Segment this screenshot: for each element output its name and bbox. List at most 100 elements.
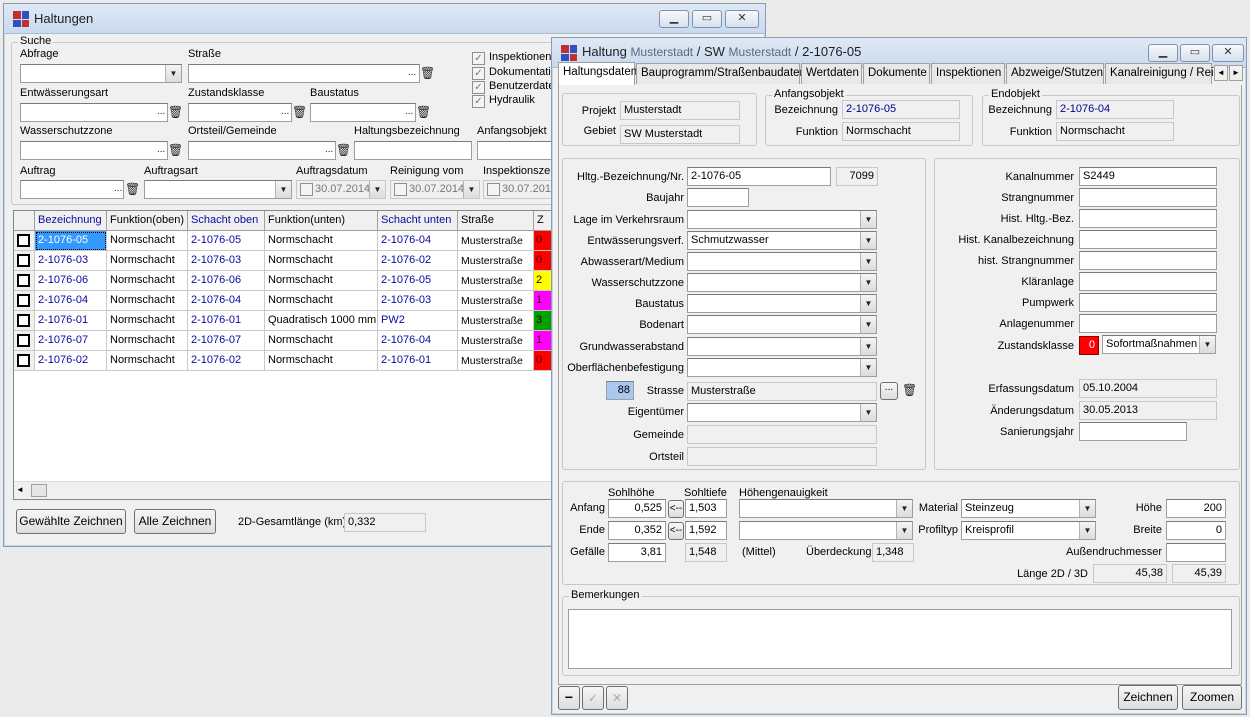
ortsteil-input[interactable]: [188, 141, 336, 160]
zustandsklasse-select[interactable]: Sofortmaßnahmen ▼: [1102, 335, 1216, 354]
auftragsdatum-checkbox[interactable]: [300, 183, 313, 196]
anfang-sohlhoehe-input[interactable]: 0,525: [608, 499, 666, 518]
cell-funktion-oben[interactable]: Normschacht: [107, 351, 188, 371]
row-checkbox[interactable]: [17, 254, 30, 267]
trash-icon[interactable]: 🗑: [168, 142, 183, 158]
wasserschutzzone-input[interactable]: [20, 141, 168, 160]
baujahr-input[interactable]: [687, 188, 749, 207]
bemerkungen-textarea[interactable]: [568, 609, 1232, 669]
cell-funktion-unten[interactable]: Normschacht: [265, 231, 378, 251]
cancel-x-button[interactable]: ✕: [606, 686, 628, 710]
cell-strasse[interactable]: Musterstraße: [458, 351, 534, 371]
tab-wertdaten[interactable]: Wertdaten: [801, 63, 862, 84]
chevron-down-icon[interactable]: ▼: [860, 404, 876, 421]
chevron-down-icon[interactable]: ▼: [860, 338, 876, 355]
hoehe-input[interactable]: 200: [1166, 499, 1226, 518]
abfrage-select[interactable]: ▼: [20, 64, 182, 83]
haltungen-table[interactable]: Bezeichnung Funktion(oben) Schacht oben …: [13, 210, 553, 500]
cell-bezeichnung[interactable]: 2-1076-06: [35, 271, 107, 291]
chevron-down-icon[interactable]: ▼: [860, 274, 876, 291]
cell-schacht-unten[interactable]: 2-1076-04: [378, 231, 458, 251]
ende-copy-button[interactable]: <--: [668, 522, 684, 540]
tab-haltungsdaten[interactable]: Haltungsdaten: [558, 62, 637, 85]
row-checkbox[interactable]: [17, 354, 30, 367]
trash-icon[interactable]: 🗑: [292, 104, 307, 120]
browse-icon[interactable]: ...: [408, 67, 416, 84]
anfang-bezeichnung-value[interactable]: 2-1076-05: [842, 100, 960, 119]
column-header-funktion-oben[interactable]: Funktion(oben): [107, 211, 188, 231]
cell-schacht-unten[interactable]: 2-1076-01: [378, 351, 458, 371]
anfangsobjekt-input[interactable]: [477, 141, 553, 160]
row-checkbox[interactable]: [17, 294, 30, 307]
inspektionen-checkbox[interactable]: ✓: [472, 52, 485, 65]
zeichnen-button[interactable]: Zeichnen: [1118, 685, 1178, 710]
cell-bezeichnung[interactable]: 2-1076-01: [35, 311, 107, 331]
grundwasserabstand-select[interactable]: ▼: [687, 337, 877, 356]
anfang-hoehengenauigkeit-select[interactable]: ▼: [739, 499, 913, 518]
auftragsart-select[interactable]: ▼: [144, 180, 292, 199]
trash-icon[interactable]: 🗑: [125, 181, 140, 197]
cell-schacht-oben[interactable]: 2-1076-07: [188, 331, 265, 351]
chevron-down-icon[interactable]: ▼: [275, 181, 291, 198]
column-header-schacht-unten[interactable]: Schacht unten: [378, 211, 458, 231]
tab-kanalreinigung[interactable]: Kanalreinigung / Rein: [1105, 63, 1220, 84]
table-row[interactable]: 2-1076-05 Normschacht 2-1076-05 Normschacht…: [14, 231, 552, 251]
zustandsklasse-input[interactable]: [188, 103, 292, 122]
kanalnummer-input[interactable]: S2449: [1079, 167, 1217, 186]
cell-strasse[interactable]: Musterstraße: [458, 231, 534, 251]
cell-strasse[interactable]: Musterstraße: [458, 331, 534, 351]
chevron-down-icon[interactable]: ▼: [860, 253, 876, 270]
chevron-down-icon[interactable]: ▼: [1199, 336, 1215, 353]
gefaelle-value[interactable]: 3,81: [608, 543, 666, 562]
cell-funktion-oben[interactable]: Normschacht: [107, 331, 188, 351]
trash-icon[interactable]: 🗑: [336, 142, 351, 158]
cell-bezeichnung[interactable]: 2-1076-02: [35, 351, 107, 371]
browse-icon[interactable]: ...: [157, 144, 165, 161]
baustatus-input[interactable]: [310, 103, 416, 122]
cell-schacht-unten[interactable]: 2-1076-03: [378, 291, 458, 311]
trash-icon[interactable]: 🗑: [168, 104, 183, 120]
abwasserart-select[interactable]: ▼: [687, 252, 877, 271]
hltg-bezeichnung-input[interactable]: 2-1076-05: [687, 167, 831, 186]
hist-kanalbezeichnung-input[interactable]: [1079, 230, 1217, 249]
row-selector[interactable]: [14, 251, 35, 271]
inspektion-checkbox[interactable]: [487, 183, 500, 196]
cell-schacht-unten[interactable]: 2-1076-02: [378, 251, 458, 271]
ende-hoehengenauigkeit-select[interactable]: ▼: [739, 521, 913, 540]
cell-schacht-oben[interactable]: 2-1076-02: [188, 351, 265, 371]
row-checkbox[interactable]: [17, 234, 30, 247]
cell-funktion-unten[interactable]: Normschacht: [265, 251, 378, 271]
row-selector[interactable]: [14, 271, 35, 291]
browse-icon[interactable]: ...: [114, 183, 122, 200]
cell-funktion-unten[interactable]: Quadratisch 1000 mm: [265, 311, 378, 331]
table-row[interactable]: 2-1076-01 Normschacht 2-1076-01 Quadratisch…: [14, 311, 552, 331]
haltungsbezeichnung-input[interactable]: [354, 141, 472, 160]
chevron-down-icon[interactable]: ▼: [860, 232, 876, 249]
chevron-down-icon[interactable]: ▼: [896, 522, 912, 539]
cell-funktion-unten[interactable]: Normschacht: [265, 331, 378, 351]
row-selector[interactable]: [14, 291, 35, 311]
cell-bezeichnung[interactable]: 2-1076-03: [35, 251, 107, 271]
ende-bezeichnung-value[interactable]: 2-1076-04: [1056, 100, 1174, 119]
cell-strasse[interactable]: Musterstraße: [458, 271, 534, 291]
ende-sohlhoehe-input[interactable]: 0,352: [608, 521, 666, 540]
cell-schacht-unten[interactable]: PW2: [378, 311, 458, 331]
cell-funktion-oben[interactable]: Normschacht: [107, 251, 188, 271]
column-header-funktion-unten[interactable]: Funktion(unten): [265, 211, 378, 231]
zoomen-button[interactable]: Zoomen: [1182, 685, 1242, 710]
strasse-browse-button[interactable]: ...: [880, 382, 898, 400]
pumpwerk-input[interactable]: [1079, 293, 1217, 312]
tab-dokumente[interactable]: Dokumente: [863, 63, 930, 84]
row-selector[interactable]: [14, 331, 35, 351]
chevron-down-icon[interactable]: ▼: [860, 211, 876, 228]
trash-icon[interactable]: 🗑: [416, 104, 431, 120]
bodenart-select[interactable]: ▼: [687, 315, 877, 334]
row-selector[interactable]: [14, 231, 35, 251]
table-row[interactable]: 2-1076-04 Normschacht 2-1076-04 Normschacht…: [14, 291, 552, 311]
cell-funktion-oben[interactable]: Normschacht: [107, 231, 188, 251]
browse-icon[interactable]: ...: [405, 106, 413, 123]
cell-funktion-unten[interactable]: Normschacht: [265, 271, 378, 291]
chevron-down-icon[interactable]: ▼: [369, 181, 385, 198]
tab-scroll-right-icon[interactable]: ►: [1229, 65, 1243, 81]
tab-scroll-left-icon[interactable]: ◄: [1214, 65, 1228, 81]
